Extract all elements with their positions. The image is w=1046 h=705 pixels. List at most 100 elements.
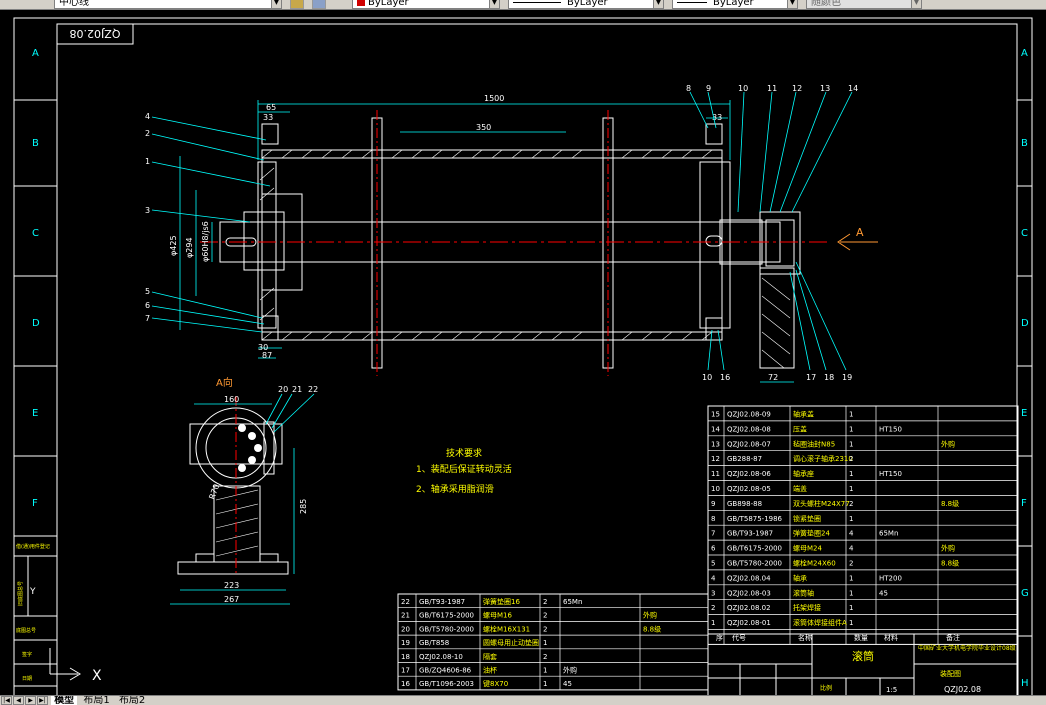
zone-letter-left: D xyxy=(32,318,40,329)
table-cell: 1 xyxy=(849,425,853,433)
table-cell: 调心滚子轴承2310 xyxy=(793,454,853,463)
tab-layout1[interactable]: 布局1 xyxy=(80,696,112,705)
table-cell: GB/ZQ4606-86 xyxy=(419,667,472,675)
table-cell: QZJ02.08-10 xyxy=(419,653,463,661)
table-cell: GB/T6175-2000 xyxy=(727,545,782,553)
table-cell: GB/T5780-2000 xyxy=(727,560,782,568)
table-cell: 1 xyxy=(849,485,853,493)
side-label: 借(通)用件登记 xyxy=(16,543,50,550)
last-tab-icon[interactable]: ▶| xyxy=(37,696,48,705)
dim-223: 223 xyxy=(224,581,239,590)
tech-req-item: 2、轴承采用脂润滑 xyxy=(416,483,494,495)
callout-21: 21 xyxy=(292,385,302,394)
callout-11: 11 xyxy=(767,84,777,93)
callout-19: 19 xyxy=(842,373,852,382)
table-cell: 65Mn xyxy=(563,598,582,606)
table-cell: 螺栓M24X60 xyxy=(793,559,836,568)
view-label-a: A xyxy=(856,226,864,239)
a-view: A向 160 223 267 285 R70 20 21 22 xyxy=(170,376,318,605)
dim-65: 65 xyxy=(266,103,276,112)
table-cell: QZJ02.08-07 xyxy=(727,440,771,448)
side-registration: 借(通)用件登记 旧底图总号 底图总号 签字 日期 xyxy=(13,535,58,687)
chevron-down-icon[interactable]: ▼ xyxy=(911,0,921,8)
tab-model[interactable]: 模型 xyxy=(51,696,78,705)
plotstyle-combo[interactable]: 随颜色 ▼ xyxy=(806,0,922,9)
table-cell: 1 xyxy=(711,619,715,627)
table-cell: GB/T5875-1986 xyxy=(727,515,783,523)
callout-5: 5 xyxy=(145,287,150,296)
first-tab-icon[interactable]: |◀ xyxy=(1,696,12,705)
table-cell: 滚筒体焊接组件A xyxy=(793,618,847,627)
table-cell: 45 xyxy=(879,589,888,597)
table-cell: 2 xyxy=(543,598,547,606)
table-cell: 9 xyxy=(711,500,715,508)
zone-letter-right: E xyxy=(1021,408,1027,419)
table-cell: 10 xyxy=(711,485,720,493)
chevron-down-icon[interactable]: ▼ xyxy=(787,0,797,8)
side-label: 日期 xyxy=(22,676,32,682)
zone-letter-left: C xyxy=(32,228,39,239)
next-tab-icon[interactable]: ▶ xyxy=(25,696,36,705)
table-cell: QZJ02.08-05 xyxy=(727,485,771,493)
prev-tab-icon[interactable]: ◀ xyxy=(13,696,24,705)
table-cell: 19 xyxy=(401,639,410,647)
lineweight-combo[interactable]: ByLayer ▼ xyxy=(672,0,798,9)
callout-10b: 10 xyxy=(702,373,712,382)
table-cell: 8.8级 xyxy=(941,559,959,568)
table-cell: 外购 xyxy=(941,439,955,448)
layer-states-icon[interactable] xyxy=(290,0,304,9)
parts-table-lower: 22 GB/T93-1987 弹簧垫圈16 2 65Mn21 GB/T6175-2000 螺… xyxy=(397,593,709,691)
a-view-title: A向 xyxy=(216,376,233,389)
layer-previous-icon[interactable] xyxy=(312,0,326,9)
drawing-svg[interactable]: A B C D E F A B C D E F G H QZJ02.08 150… xyxy=(0,10,1046,695)
table-cell: GB/T1096-2003 xyxy=(419,680,474,688)
table-cell: 22 xyxy=(401,598,410,606)
title-drawing-no: QZJ02.08 xyxy=(944,685,981,694)
table-cell: GB/T93-1987 xyxy=(727,530,773,538)
table-cell: 2 xyxy=(711,604,715,612)
plotstyle-value: 随颜色 xyxy=(811,0,841,8)
layout-tab-bar: |◀ ◀ ▶ ▶| 模型 布局1 布局2 xyxy=(0,695,1046,705)
chevron-down-icon[interactable]: ▼ xyxy=(653,0,663,8)
table-cell: 11 xyxy=(711,470,720,478)
model-space-canvas[interactable]: A B C D E F A B C D E F G H QZJ02.08 150… xyxy=(0,10,1046,695)
table-cell: 8.8级 xyxy=(941,499,959,508)
table-cell: QZJ02.08-01 xyxy=(727,619,771,627)
zone-letter-right: D xyxy=(1021,318,1029,329)
callout-17: 17 xyxy=(806,373,816,382)
callout-7: 7 xyxy=(145,314,150,323)
table-cell: 1 xyxy=(849,619,853,627)
chevron-down-icon[interactable]: ▼ xyxy=(489,0,499,8)
chevron-down-icon[interactable]: ▼ xyxy=(271,0,281,8)
linetype-combo[interactable]: ByLayer ▼ xyxy=(508,0,664,9)
tech-req-title: 技术要求 xyxy=(446,447,482,459)
table-cell: 1 xyxy=(849,589,853,597)
side-label: 旧底图总号 xyxy=(17,581,24,606)
zone-letter-right: A xyxy=(1021,48,1028,59)
table-cell: 1 xyxy=(543,639,547,647)
table-cell: 8.8级 xyxy=(643,624,661,633)
table-cell: QZJ02.08-06 xyxy=(727,470,771,478)
zone-letter-right: G xyxy=(1021,588,1029,599)
dim-30: 30 xyxy=(258,343,268,352)
table-cell: 21 xyxy=(401,612,410,620)
table-cell: 1 xyxy=(849,574,853,582)
callout-8: 8 xyxy=(686,84,691,93)
zone-letter-left: F xyxy=(32,498,38,509)
table-cell: 螺母M24 xyxy=(793,544,822,553)
drum-section-view: 1500 350 65 33 33 87 30 72 φ425 φ294 φ60… xyxy=(145,84,878,383)
linetype-control-combo[interactable]: 中心线 2 ▼ xyxy=(54,0,282,9)
table-cell: 13 xyxy=(711,440,720,448)
table-cell: 螺母M16 xyxy=(483,611,512,620)
tab-layout2[interactable]: 布局2 xyxy=(116,696,148,705)
zone-letter-right: B xyxy=(1021,138,1028,149)
color-control-combo[interactable]: ByLayer ▼ xyxy=(352,0,500,9)
tech-requirements: 技术要求 1、装配后保证转动灵活 2、轴承采用脂润滑 xyxy=(416,447,512,495)
table-cell: 2 xyxy=(849,500,853,508)
right-flange xyxy=(699,161,731,329)
callout-9: 9 xyxy=(706,84,711,93)
table-cell: 1 xyxy=(849,604,853,612)
callout-10: 10 xyxy=(738,84,748,93)
properties-toolbar: 中心线 2 ▼ ByLayer ▼ ByLayer ▼ ByLayer ▼ 随颜… xyxy=(0,0,1046,10)
table-cell: 4 xyxy=(849,545,854,553)
